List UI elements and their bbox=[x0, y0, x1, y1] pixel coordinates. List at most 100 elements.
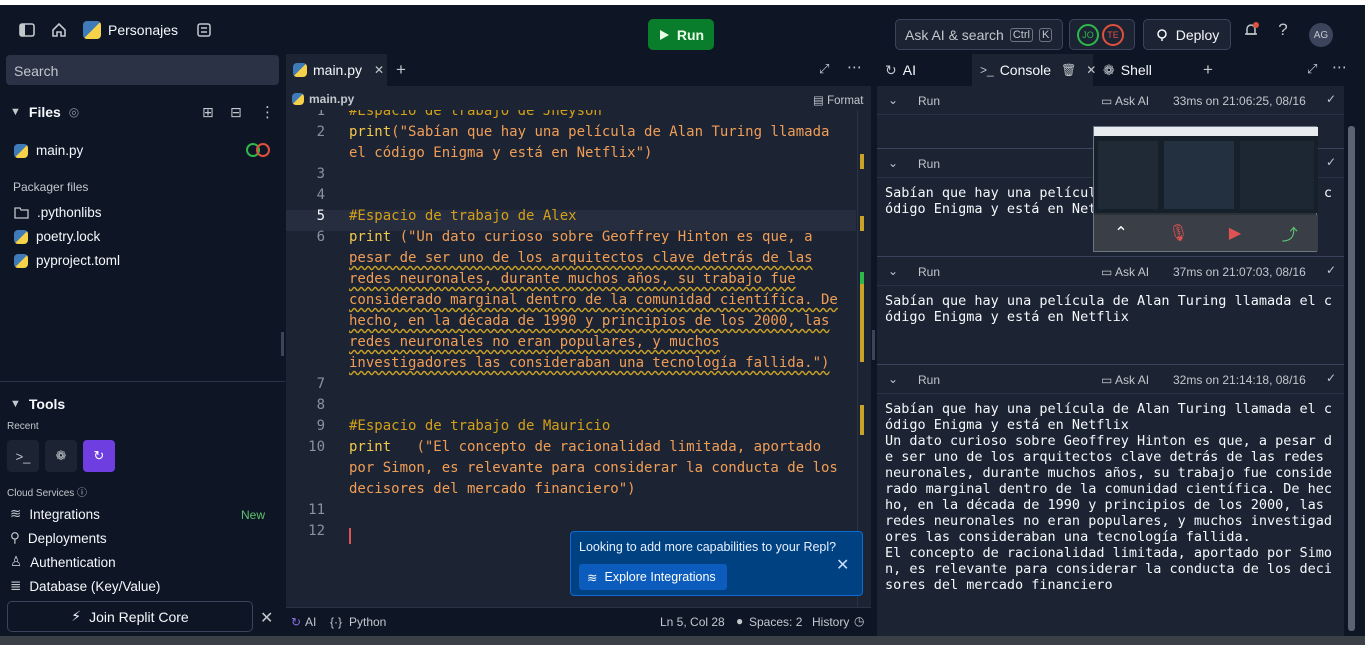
share-screen-icon[interactable]: ⤴ bbox=[1282, 221, 1298, 245]
history-button[interactable]: History bbox=[812, 615, 849, 629]
divider bbox=[0, 381, 285, 382]
search-input[interactable]: Search bbox=[6, 55, 279, 85]
popup-title: Looking to add more capabilities to your… bbox=[579, 540, 837, 554]
tools-header[interactable]: ▼ Tools bbox=[10, 396, 65, 412]
new-folder-icon[interactable]: ⊟ bbox=[230, 104, 242, 121]
avatar-te[interactable]: TE bbox=[1102, 23, 1124, 46]
editor-status-bar: ↻ AI {·} Python Ln 5, Col 28 ● Spaces: 2… bbox=[286, 607, 871, 636]
ai-status[interactable]: AI bbox=[305, 615, 316, 629]
format-button[interactable]: ▤ Format bbox=[813, 93, 864, 107]
repl-title[interactable]: Personajes bbox=[108, 22, 178, 38]
ai-tool-button[interactable]: ↻ bbox=[83, 440, 115, 472]
info-icon[interactable]: ⓘ bbox=[77, 488, 87, 499]
add-tab-icon[interactable]: + bbox=[396, 60, 406, 80]
spaces-status[interactable]: Spaces: 2 bbox=[749, 615, 802, 629]
top-bar: Personajes Run Ask AI & search Ctrl K JO… bbox=[0, 0, 1365, 54]
chevron-down-icon[interactable]: ⌄ bbox=[888, 372, 898, 386]
pane-resize-handle[interactable] bbox=[872, 330, 875, 360]
chevron-down-icon: ▼ bbox=[10, 398, 21, 410]
help-icon[interactable]: ? bbox=[1272, 19, 1294, 41]
more-options-icon[interactable]: ⋮ bbox=[260, 103, 275, 121]
chat-icon: ▭ bbox=[1101, 265, 1113, 279]
close-icon[interactable]: ✕ bbox=[260, 608, 273, 628]
explore-integrations-button[interactable]: ≋ Explore Integrations bbox=[579, 564, 727, 590]
maximize-icon[interactable]: ⤢ bbox=[819, 61, 829, 77]
close-icon[interactable]: ✕ bbox=[836, 555, 849, 575]
file-poetry-lock[interactable]: poetry.lock bbox=[14, 229, 100, 244]
ai-icon[interactable]: ↻ bbox=[291, 615, 301, 629]
mic-off-icon[interactable]: 🎙 bbox=[1168, 223, 1188, 243]
console-scrollbar[interactable] bbox=[1344, 86, 1358, 636]
bell-icon[interactable] bbox=[1240, 19, 1262, 41]
layers-icon: ≋ bbox=[10, 506, 22, 521]
camera-off-icon[interactable]: ▶ bbox=[1229, 223, 1241, 243]
maximize-icon[interactable]: ⤢ bbox=[1307, 61, 1317, 77]
shell-tool-button[interactable]: ❁ bbox=[45, 440, 77, 472]
line-number: 1 bbox=[316, 110, 325, 119]
tab-ai[interactable]: ↻ AI bbox=[877, 54, 972, 86]
layers-icon: ≋ bbox=[587, 570, 598, 585]
tab-label: AI bbox=[902, 62, 916, 78]
add-tab-icon[interactable]: + bbox=[1203, 60, 1213, 80]
code-line: el código Enigma y está en Netflix") bbox=[349, 145, 653, 161]
close-tab-icon[interactable]: ✕ bbox=[374, 63, 384, 77]
ask-ai-button[interactable]: ▭ Ask AI bbox=[1101, 94, 1149, 108]
check-icon: ✓ bbox=[1326, 371, 1337, 385]
tab-shell[interactable]: ❁ Shell bbox=[1095, 54, 1190, 86]
file-main-py[interactable]: main.py bbox=[14, 143, 83, 158]
user-avatar[interactable]: AG bbox=[1309, 23, 1333, 47]
tab-console[interactable]: >_ Console 🗑 ✕ bbox=[972, 54, 1096, 86]
files-header[interactable]: ▼ Files ◎ bbox=[10, 104, 79, 120]
console-entry-header[interactable]: ⌄ Run ▭ Ask AI 33ms on 21:06:25, 08/16 ✓ bbox=[877, 86, 1344, 115]
cursor-position[interactable]: Ln 5, Col 28 bbox=[660, 615, 725, 629]
authentication-item[interactable]: ♙ Authentication bbox=[10, 554, 116, 570]
chevron-down-icon[interactable]: ⌄ bbox=[888, 156, 898, 170]
sidebar-toggle-icon[interactable] bbox=[16, 19, 38, 41]
home-icon[interactable] bbox=[48, 19, 70, 41]
chevron-up-icon[interactable]: ⌃ bbox=[1114, 223, 1127, 243]
console-tool-button[interactable]: >_ bbox=[7, 440, 39, 472]
deployments-item[interactable]: ⚲ Deployments bbox=[10, 530, 107, 546]
file-pyproject-toml[interactable]: pyproject.toml bbox=[14, 253, 120, 268]
shortcut-ctrl: Ctrl bbox=[1009, 27, 1033, 42]
more-options-icon[interactable]: ⋯ bbox=[847, 58, 862, 76]
file-label: pyproject.toml bbox=[36, 253, 121, 268]
join-replit-core-button[interactable]: ⚡ Join Replit Core bbox=[7, 601, 253, 632]
console-entry-header[interactable]: ⌄ Run ▭ Ask AI 32ms on 21:14:18, 08/16 ✓ bbox=[877, 365, 1344, 394]
scroll-marker bbox=[860, 272, 864, 284]
language-status[interactable]: Python bbox=[349, 615, 386, 629]
multiplayer-avatars[interactable]: JO TE bbox=[1069, 19, 1135, 50]
scroll-marker bbox=[860, 272, 864, 362]
line-number: 11 bbox=[308, 502, 325, 518]
text-cursor bbox=[349, 528, 351, 544]
deploy-button[interactable]: Deploy bbox=[1143, 19, 1231, 50]
avatar-jo[interactable]: JO bbox=[1077, 23, 1099, 46]
tab-main-py[interactable]: main.py ✕ bbox=[286, 54, 387, 86]
run-label: Run bbox=[676, 26, 705, 43]
more-options-icon[interactable]: ⋯ bbox=[1332, 58, 1347, 76]
ask-ai-search[interactable]: Ask AI & search Ctrl K bbox=[895, 19, 1063, 50]
breadcrumb[interactable]: main.py bbox=[292, 92, 354, 106]
new-file-icon[interactable]: ⊞ bbox=[202, 104, 214, 121]
chevron-down-icon[interactable]: ⌄ bbox=[888, 93, 898, 107]
button-label: Explore Integrations bbox=[604, 570, 716, 584]
ask-ai-button[interactable]: ▭ Ask AI bbox=[1101, 265, 1149, 279]
repl-info-icon[interactable] bbox=[193, 19, 215, 41]
entry-timestamp: 33ms on 21:06:25, 08/16 bbox=[1173, 94, 1306, 108]
entry-timestamp: 37ms on 21:07:03, 08/16 bbox=[1173, 265, 1306, 279]
file-pythonlibs[interactable]: .pythonlibs bbox=[14, 205, 102, 220]
console-entry-header[interactable]: ⌄ Run ▭ Ask AI 37ms on 21:07:03, 08/16 ✓ bbox=[877, 257, 1344, 286]
folder-icon bbox=[14, 207, 29, 219]
trash-icon[interactable]: 🗑 bbox=[1061, 63, 1076, 77]
integrations-item[interactable]: ≋ Integrations bbox=[10, 506, 100, 522]
chevron-down-icon[interactable]: ⌄ bbox=[888, 264, 898, 278]
database-item[interactable]: ≣ Database (Key/Value) bbox=[10, 578, 160, 594]
scrollbar-thumb[interactable] bbox=[1348, 126, 1355, 631]
ask-ai-button[interactable]: ▭ Ask AI bbox=[1101, 373, 1149, 387]
python-icon bbox=[14, 143, 28, 158]
sidebar-resize-handle[interactable] bbox=[281, 332, 284, 356]
file-label: poetry.lock bbox=[36, 229, 101, 244]
video-controls: ⌃ 🎙 ▶ ⤴ bbox=[1094, 215, 1318, 251]
run-button[interactable]: Run bbox=[648, 19, 714, 50]
video-call-overlay[interactable]: ⌃ 🎙 ▶ ⤴ bbox=[1093, 126, 1318, 252]
